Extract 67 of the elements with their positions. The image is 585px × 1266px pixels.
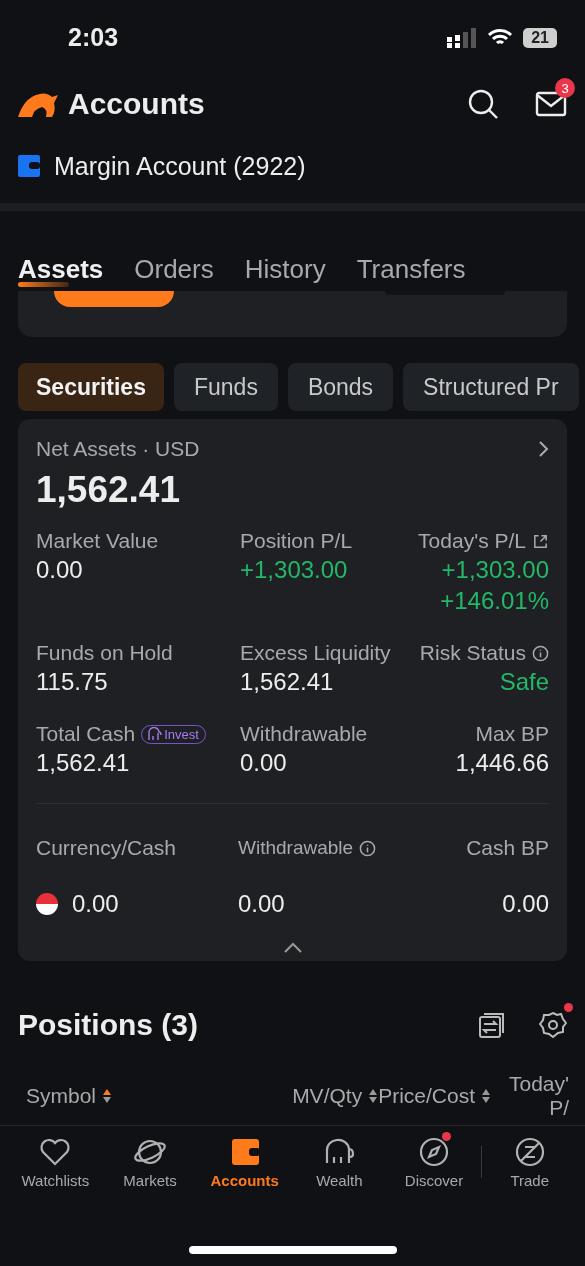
cash-value: 0.00 [238,890,286,918]
cash-value: 0.00 [72,890,119,918]
segment-tab[interactable]: Funds [173,363,278,411]
metric-label: Withdrawable [240,722,368,746]
metric-value: +1,303.00 [441,556,549,584]
nav-tab[interactable]: Discover [386,1134,482,1190]
metric-value: 115.75 [36,668,109,696]
sort-icon[interactable] [102,1088,113,1104]
battery-level: 21 [523,27,557,48]
positions-title: Positions (3) [18,1008,199,1042]
column-label: Currency/Cash [36,836,177,860]
metric-value: 0.00 [36,556,84,584]
nav-tab[interactable]: Markets [102,1134,198,1190]
metric-label: Total Cash [36,722,136,746]
chevron-right-icon[interactable] [537,440,549,458]
metric-label: Max BP [475,722,549,746]
metric-value: Safe [499,668,549,696]
metric-value: +1,303.00 [240,556,349,584]
sort-icon[interactable] [368,1088,379,1104]
metric-label: Market Value [36,529,159,553]
metric-value: 1,562.41 [36,749,131,777]
column-header[interactable]: MV/Qty [292,1084,379,1108]
notification-badge: 3 [555,78,575,98]
column-label: Cash BP [466,836,549,860]
column-header[interactable]: Symbol [26,1084,293,1108]
partial-button[interactable] [54,291,174,307]
cash-value: 0.00 [502,890,549,918]
singapore-flag-icon [36,893,58,915]
metric-value: 1,446.66 [455,749,549,777]
info-icon[interactable] [532,644,549,662]
collapse-icon[interactable] [283,942,302,953]
metric-label: Position P/L [240,529,353,553]
metric-value: 1,562.41 [240,668,335,696]
column-label: Withdrawable [238,837,354,859]
column-header[interactable]: Today' P/ [505,1072,569,1120]
swap-list-icon[interactable] [479,1012,505,1038]
metric-label: Funds on Hold [36,641,173,665]
segment-tab[interactable]: Bonds [287,363,394,411]
metric-value: 0.00 [240,749,288,777]
nav-tab[interactable]: Accounts [197,1134,292,1190]
settings-icon[interactable] [539,1011,567,1039]
account-name[interactable]: Margin Account (2922) [54,151,306,181]
signal-icon [447,27,478,48]
metric-label: Excess Liquidity [240,641,391,665]
sort-icon[interactable] [481,1088,491,1104]
nav-tab[interactable]: Watchlists [8,1134,103,1190]
tab[interactable]: History [244,254,326,291]
wallet-icon [18,155,40,177]
nav-tab[interactable]: Trade [482,1134,578,1190]
net-assets-value: 1,562.41 [36,469,182,511]
tab[interactable]: Orders [134,254,214,291]
share-icon[interactable] [532,532,549,550]
net-assets-label: Net Assets · USD [36,437,200,461]
segment-tab[interactable]: Structured Pr [403,363,579,411]
metric-label: Risk Status [419,641,526,665]
tab[interactable]: Transfers [356,254,466,291]
segment-tab[interactable]: Securities [18,363,164,411]
nav-tab[interactable]: Wealth [292,1134,387,1190]
compass-icon [417,1135,451,1169]
metric-percent: +146.01% [440,587,549,615]
page-title: Accounts [68,87,206,121]
tab[interactable]: Assets [18,254,104,291]
search-icon[interactable] [467,88,499,120]
status-time: 2:03 [68,23,120,52]
column-header[interactable]: Price/Cost [378,1084,491,1108]
info-icon[interactable] [359,839,377,857]
metric-label: Today's P/L [418,529,526,553]
